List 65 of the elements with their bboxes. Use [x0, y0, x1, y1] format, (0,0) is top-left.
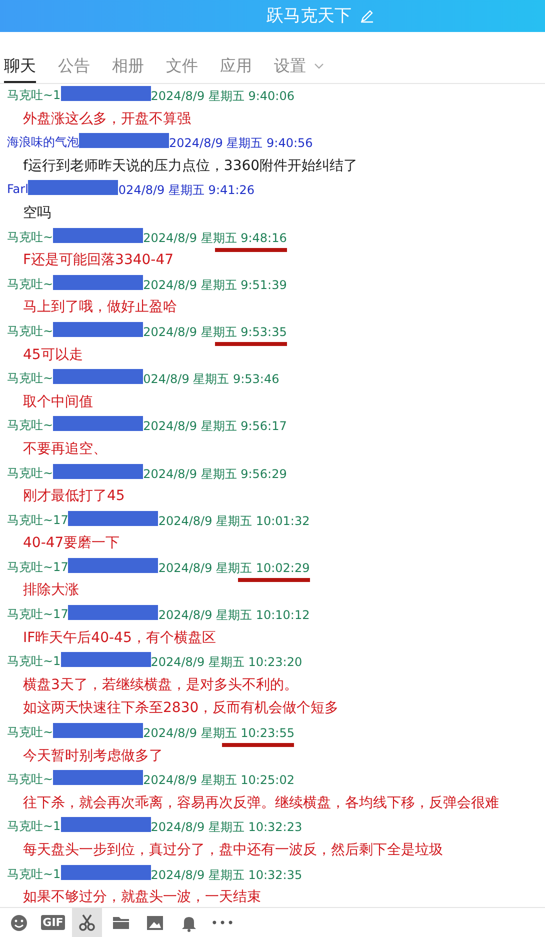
sender-name: 马克吐~ — [7, 418, 54, 432]
sender-name: 马克吐~17 — [7, 607, 68, 622]
timestamp: 2024/8/9 星期五 10:32:35 — [150, 866, 302, 884]
message-text: 45可以走 — [22, 346, 84, 365]
more-button[interactable]: ••• — [208, 908, 238, 937]
tab[interactable]: 相册 — [112, 51, 144, 83]
timestamp: 2024/8/9 星期五 10:23:55 — [143, 725, 294, 748]
timestamp: 2024/8/9 星期五 9:51:39 — [143, 276, 287, 294]
sender-name: Farl — [7, 182, 28, 196]
timestamp: 024/8/9 星期五 9:53:46 — [143, 371, 280, 388]
timestamp: 2024/8/9 星期五 10:10:12 — [158, 607, 310, 624]
timestamp: 2024/8/9 星期五 9:48:16 — [143, 230, 287, 252]
sender-name: 马克吐~ — [7, 371, 54, 386]
message-text: 马上到了哦，做好止盈哈 — [22, 298, 178, 318]
message-text: 不要再追空、 — [22, 440, 108, 459]
scissors-button[interactable] — [72, 908, 102, 937]
gif-button[interactable]: GIF — [38, 908, 68, 937]
timestamp: 2024/8/9 星期五 10:23:20 — [150, 654, 302, 672]
timestamp: 2024/8/9 星期五 10:25:02 — [143, 772, 294, 790]
timestamp: 2024/8/9 星期五 9:56:29 — [143, 466, 287, 482]
tab[interactable]: 文件 — [166, 51, 198, 83]
tab[interactable]: 聊天 — [4, 51, 36, 83]
tab[interactable]: 公告 — [58, 51, 90, 83]
sender-name: 马克吐~17 — [7, 512, 68, 527]
sender-name: 马克吐~1 — [7, 819, 61, 834]
message-text: f运行到老师昨天说的压力点位，3360附件开始纠结了 — [22, 156, 359, 176]
image-icon[interactable] — [146, 914, 164, 932]
message-text: 往下杀，就会再次乖离，容易再次反弹。继续横盘，各均线下移，反弹会很难 — [22, 794, 500, 813]
sender-name: 马克吐~ — [7, 324, 54, 338]
message-text: 外盘涨这么多，开盘不算强 — [22, 110, 192, 129]
sender-name: 马克吐~ — [7, 230, 54, 244]
message-text: 每天盘头一步到位，真过分了，盘中还有一波反，然后剩下全是垃圾 — [22, 841, 444, 860]
tab[interactable]: 应用 — [220, 51, 252, 83]
message-text: 取个中间值 — [22, 392, 94, 412]
sender-name: 马克吐~1 — [7, 654, 61, 668]
message-text: 空吗 — [22, 204, 52, 223]
message-text: 如果不够过分，就盘头一波，一天结束 — [22, 888, 262, 907]
timestamp: 2024/8/9 星期五 10:02:29 — [158, 560, 310, 582]
timestamp: 024/8/9 星期五 9:41:26 — [118, 182, 255, 200]
scissors-icon — [78, 914, 96, 932]
sender-name: 海浪味的气泡 — [7, 135, 79, 150]
message-text: IF昨天午后40-45，有个横盘区 — [22, 628, 217, 648]
timestamp: 2024/8/9 星期五 9:40:06 — [150, 88, 294, 105]
message-text: 今天暂时别考虑做多了 — [22, 746, 164, 766]
sender-name: 马克吐~1 — [7, 88, 61, 102]
window-title: 跃马克天下 — [266, 5, 352, 28]
timestamp: 2024/8/9 星期五 9:40:56 — [169, 135, 313, 152]
timestamp: 2024/8/9 星期五 9:53:35 — [143, 324, 287, 346]
sender-name: 马克吐~ — [7, 772, 54, 786]
message-text: 如这两天快速往下杀至2830，反而有机会做个短多 — [22, 699, 340, 718]
message-text: 横盘3天了，若继续横盘，是对多头不利的。 — [22, 676, 299, 695]
emoji-icon[interactable] — [10, 914, 28, 932]
timestamp: 2024/8/9 星期五 10:32:23 — [150, 819, 302, 836]
sender-name: 马克吐~ — [7, 725, 54, 740]
message-text: 排除大涨 — [22, 581, 80, 600]
sender-name: 马克吐~ — [7, 466, 54, 480]
message-text: F还是可能回落3340-47 — [22, 251, 175, 270]
tab[interactable]: 设置 — [274, 51, 324, 83]
timestamp: 2024/8/9 星期五 9:56:17 — [143, 418, 287, 436]
sender-name: 马克吐~1 — [7, 866, 61, 881]
sender-name: 马克吐~17 — [7, 560, 68, 574]
message-text: 40-47要磨一下 — [22, 534, 121, 554]
sender-name: 马克吐~ — [7, 276, 54, 291]
timestamp: 2024/8/9 星期五 10:01:32 — [158, 512, 310, 530]
message-text: 刚才最低打了45 — [22, 487, 126, 506]
